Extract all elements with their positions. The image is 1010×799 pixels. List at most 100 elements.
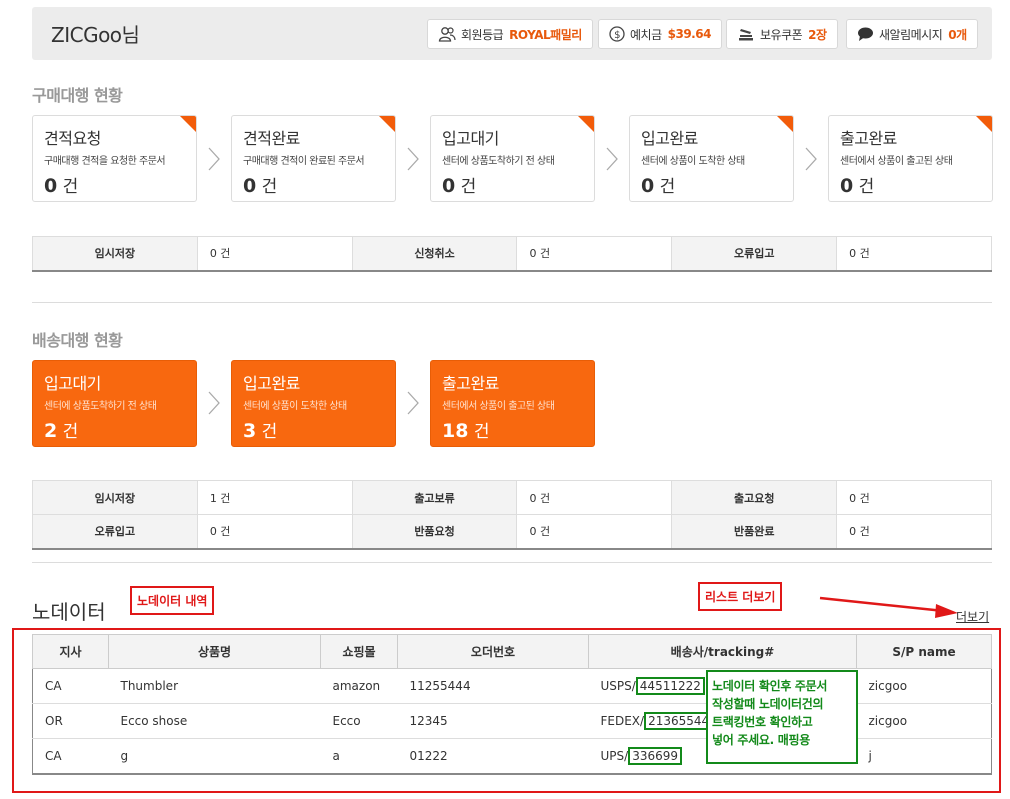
carrier-name: UPS/ — [600, 748, 629, 763]
stat-value[interactable]: 0 건 — [836, 236, 992, 271]
cell-branch: CA — [32, 738, 109, 774]
cell-order: 01222 — [397, 738, 589, 774]
stat-label: 출고보류 — [351, 480, 518, 515]
shipping-card-inbound-done[interactable]: 입고완료 센터에 상품이 도착한 상태 3 건 — [231, 360, 396, 447]
purchase-card-outbound-done[interactable]: 출고완료 센터에서 상품이 출고된 상태 0 건 — [828, 115, 993, 202]
message-label: 새알림메시지 — [879, 27, 943, 42]
member-grade-value: ROYAL패밀리 — [509, 27, 582, 42]
card-count: 3 건 — [243, 417, 277, 442]
card-count: 0 건 — [442, 172, 476, 197]
note-line: 노데이터 확인후 주문서 — [712, 679, 828, 693]
table-row: 임시저장 1 건 출고보류 0 건 출고요청 0 건 — [32, 480, 992, 515]
card-desc: 센터에 상품이 도착한 상태 — [243, 401, 347, 412]
count-unit: 건 — [473, 422, 490, 442]
chevron-right-icon — [805, 147, 817, 171]
purchase-card-inbound-done[interactable]: 입고완료 센터에 상품이 도착한 상태 0 건 — [629, 115, 794, 202]
corner-flag-icon — [578, 116, 594, 132]
tracking-number: 44511222 — [635, 677, 705, 695]
stat-value[interactable]: 0 건 — [516, 514, 673, 549]
count-value: 3 — [243, 420, 257, 442]
count-value: 0 — [840, 175, 854, 197]
coupon-stack-icon — [739, 29, 753, 41]
card-title: 입고완료 — [641, 129, 698, 148]
card-desc: 센터에 상품이 도착한 상태 — [641, 156, 745, 167]
card-desc: 센터에 상품도착하기 전 상태 — [44, 401, 157, 412]
message-value: 0개 — [948, 27, 967, 42]
stat-value[interactable]: 0 건 — [516, 236, 673, 271]
card-count: 0 건 — [641, 172, 675, 197]
stat-label: 출고요청 — [671, 480, 838, 515]
stat-label: 임시저장 — [32, 480, 198, 515]
cell-mall: a — [320, 738, 398, 774]
column-header: 오더번호 — [397, 634, 589, 669]
cell-product: Thumbler — [108, 668, 321, 704]
count-unit: 건 — [659, 177, 676, 197]
card-desc: 센터에서 상품이 출고된 상태 — [442, 401, 555, 412]
purchase-card-quote-done[interactable]: 견적완료 구매대행 견적이 완료된 주문서 0 건 — [231, 115, 396, 202]
note-line: 작성할때 노데이터건의 — [712, 697, 824, 711]
card-count: 0 건 — [243, 172, 277, 197]
more-link[interactable]: 더보기 — [956, 608, 989, 625]
tracking-number: 336699 — [628, 746, 682, 765]
stat-value[interactable]: 1 건 — [196, 480, 353, 515]
purchase-card-quote-request[interactable]: 견적요청 구매대행 견적을 요청한 주문서 0 건 — [32, 115, 197, 202]
cell-sp-name: zicgoo — [856, 668, 992, 704]
shipping-status-title: 배송대행 현황 — [32, 331, 123, 350]
corner-flag-icon — [379, 116, 395, 132]
table-row: 오류입고 0 건 반품요청 0 건 반품완료 0 건 — [32, 514, 992, 549]
stat-value[interactable]: 0 건 — [196, 514, 353, 549]
chevron-right-icon — [407, 147, 419, 171]
chevron-right-icon — [407, 391, 419, 415]
count-unit: 건 — [261, 177, 278, 197]
corner-flag-icon — [180, 116, 196, 132]
member-summary-bar: ZICGoo님 회원등급 ROYAL패밀리 $ 예치금 $39.64 보유쿠폰 … — [32, 7, 992, 60]
corner-flag-icon — [777, 116, 793, 132]
stat-value[interactable]: 0 건 — [516, 480, 673, 515]
stat-value[interactable]: 0 건 — [836, 514, 992, 549]
nodata-title: 노데이터 — [32, 600, 106, 624]
card-count: 0 건 — [840, 172, 874, 197]
cell-branch: CA — [32, 668, 109, 704]
card-desc: 구매대행 견적이 완료된 주문서 — [243, 156, 365, 167]
member-grade-badge[interactable]: 회원등급 ROYAL패밀리 — [427, 19, 593, 49]
carrier-name: USPS/ — [600, 679, 636, 693]
stat-label: 신청취소 — [351, 236, 518, 271]
shipping-card-inbound-wait[interactable]: 입고대기 센터에 상품도착하기 전 상태 2 건 — [32, 360, 197, 447]
cell-product: g — [108, 738, 321, 774]
column-header: 지사 — [32, 634, 109, 669]
stat-value[interactable]: 0 건 — [196, 236, 353, 271]
count-value: 0 — [442, 175, 456, 197]
message-badge[interactable]: 새알림메시지 0개 — [846, 19, 978, 49]
count-unit: 건 — [261, 422, 278, 442]
count-value: 0 — [243, 175, 257, 197]
deposit-label: 예치금 — [630, 27, 662, 42]
deposit-value: $39.64 — [667, 27, 712, 41]
svg-text:$: $ — [614, 30, 620, 41]
card-title: 입고완료 — [243, 374, 300, 393]
stat-label: 반품완료 — [671, 514, 838, 549]
shipping-card-outbound-done[interactable]: 출고완료 센터에서 상품이 출고된 상태 18 건 — [430, 360, 595, 447]
stat-value[interactable]: 0 건 — [836, 480, 992, 515]
deposit-badge[interactable]: $ 예치금 $39.64 — [598, 19, 722, 49]
carrier-name: FEDEX/ — [600, 714, 645, 728]
card-desc: 센터에서 상품이 출고된 상태 — [840, 156, 953, 167]
count-unit: 건 — [858, 177, 875, 197]
annotation-nodata-label: 노데이터 내역 — [130, 586, 215, 615]
card-title: 입고대기 — [44, 374, 101, 393]
purchase-card-inbound-wait[interactable]: 입고대기 센터에 상품도착하기 전 상태 0 건 — [430, 115, 595, 202]
cell-product: Ecco shose — [108, 703, 321, 739]
card-title: 출고완료 — [840, 129, 897, 148]
note-line: 넣어 주세요. 매핑용 — [712, 733, 810, 747]
username: ZICGoo님 — [51, 23, 140, 47]
coupon-badge[interactable]: 보유쿠폰 2장 — [726, 19, 838, 49]
annotation-more-label: 리스트 더보기 — [698, 582, 783, 611]
card-title: 입고대기 — [442, 129, 499, 148]
stat-label: 오류입고 — [671, 236, 838, 271]
divider — [32, 302, 992, 303]
coupon-label: 보유쿠폰 — [760, 27, 803, 42]
purchase-stats-table: 임시저장 0 건 신청취소 0 건 오류입고 0 건 — [32, 236, 992, 272]
stat-label: 오류입고 — [32, 514, 198, 549]
card-title: 견적요청 — [44, 129, 101, 148]
count-value: 0 — [44, 175, 58, 197]
cell-sp-name: j — [856, 738, 992, 774]
